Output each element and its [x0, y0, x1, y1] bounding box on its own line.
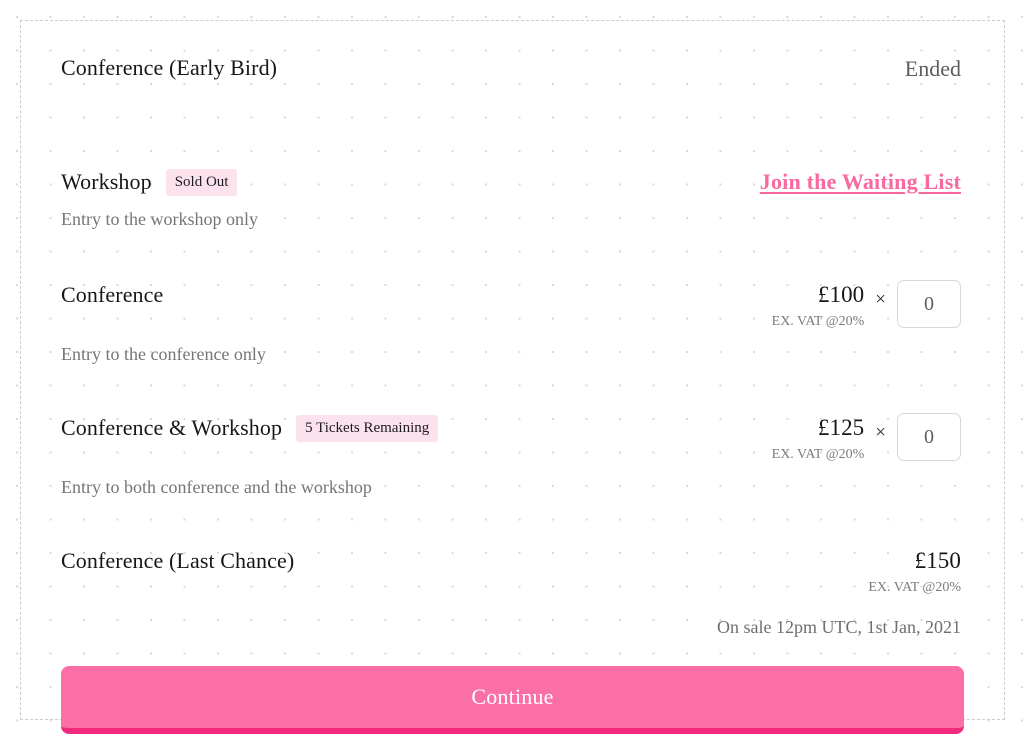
- ticket-row-left: Conference: [41, 280, 163, 310]
- ticket-row-main: Conference £100 EX. VAT @20% ×: [41, 280, 984, 332]
- ticket-row-left: Conference & Workshop 5 Tickets Remainin…: [41, 413, 439, 443]
- status-badge: Ended: [904, 56, 961, 81]
- multiply-icon: ×: [875, 289, 886, 310]
- table-row: Conference £100 EX. VAT @20% × Entry to …: [41, 276, 984, 367]
- table-row: Conference (Last Chance) £150 EX. VAT @2…: [41, 542, 984, 640]
- ticket-name-line: Conference (Last Chance): [61, 546, 294, 576]
- ticket-row-left: Conference (Early Bird): [41, 53, 277, 83]
- ticket-name-line: Workshop Sold Out: [61, 167, 238, 197]
- ticket-row-main: Conference (Last Chance) £150 EX. VAT @2…: [41, 546, 984, 598]
- ticket-description: Entry to both conference and the worksho…: [61, 477, 372, 497]
- table-row: Conference (Early Bird) Ended: [41, 49, 984, 111]
- status-badge: Sold Out: [165, 168, 238, 196]
- continue-button[interactable]: Continue: [61, 666, 964, 734]
- ticket-price: £150: [914, 548, 961, 573]
- table-row: Conference & Workshop 5 Tickets Remainin…: [41, 409, 984, 500]
- ticket-vat-note: EX. VAT @20%: [771, 447, 865, 462]
- ticket-description: Entry to the conference only: [61, 344, 266, 364]
- ticket-name: Conference (Last Chance): [61, 548, 295, 573]
- multiply-icon: ×: [875, 422, 886, 443]
- continue-button-wrapper: Continue: [41, 666, 984, 734]
- ticket-row-main: Conference & Workshop 5 Tickets Remainin…: [41, 413, 984, 465]
- ticket-row-right: £100 EX. VAT @20% ×: [661, 280, 984, 332]
- ticket-row-left: Conference (Last Chance): [41, 546, 294, 576]
- ticket-row-list: Conference (Early Bird) Ended Workshop S…: [41, 21, 984, 640]
- table-row: Workshop Sold Out Join the Waiting List …: [41, 163, 984, 232]
- ticket-price: £125: [817, 415, 865, 440]
- ticket-name: Workshop: [61, 169, 152, 194]
- ticket-row-right: £125 EX. VAT @20% ×: [661, 413, 984, 465]
- ticket-name-line: Conference & Workshop 5 Tickets Remainin…: [61, 413, 439, 443]
- status-badge: 5 Tickets Remaining: [296, 414, 439, 442]
- ticket-price: £100: [817, 282, 865, 307]
- on-sale-notice: On sale 12pm UTC, 1st Jan, 2021: [717, 617, 961, 637]
- price-block: £150 EX. VAT @20%: [868, 546, 961, 598]
- ticket-name: Conference & Workshop: [61, 415, 283, 440]
- ticket-row-right: Join the Waiting List: [661, 167, 984, 197]
- join-waiting-list-link[interactable]: Join the Waiting List: [760, 167, 961, 197]
- ticket-description: Entry to the workshop only: [61, 209, 258, 229]
- quantity-input[interactable]: [897, 280, 961, 328]
- price-block: £100 EX. VAT @20%: [772, 280, 865, 332]
- ticket-name-line: Conference (Early Bird): [61, 53, 277, 83]
- ticket-vat-note: EX. VAT @20%: [771, 314, 865, 329]
- quantity-input[interactable]: [897, 413, 961, 461]
- page-root: Conference (Early Bird) Ended Workshop S…: [0, 0, 1024, 752]
- ticket-row-left: Workshop Sold Out: [41, 167, 238, 197]
- ticket-row-main: Conference (Early Bird) Ended: [41, 53, 984, 84]
- ticket-vat-note: EX. VAT @20%: [868, 580, 961, 595]
- ticket-selection-panel: Conference (Early Bird) Ended Workshop S…: [20, 20, 1005, 734]
- ticket-name: Conference (Early Bird): [61, 55, 278, 80]
- ticket-row-right: Ended: [661, 53, 984, 84]
- price-block: £125 EX. VAT @20%: [772, 413, 865, 465]
- ticket-row-main: Workshop Sold Out Join the Waiting List: [41, 167, 984, 197]
- ticket-row-right: £150 EX. VAT @20%: [661, 546, 984, 598]
- ticket-name-line: Conference: [61, 280, 163, 310]
- ticket-name: Conference: [61, 282, 164, 307]
